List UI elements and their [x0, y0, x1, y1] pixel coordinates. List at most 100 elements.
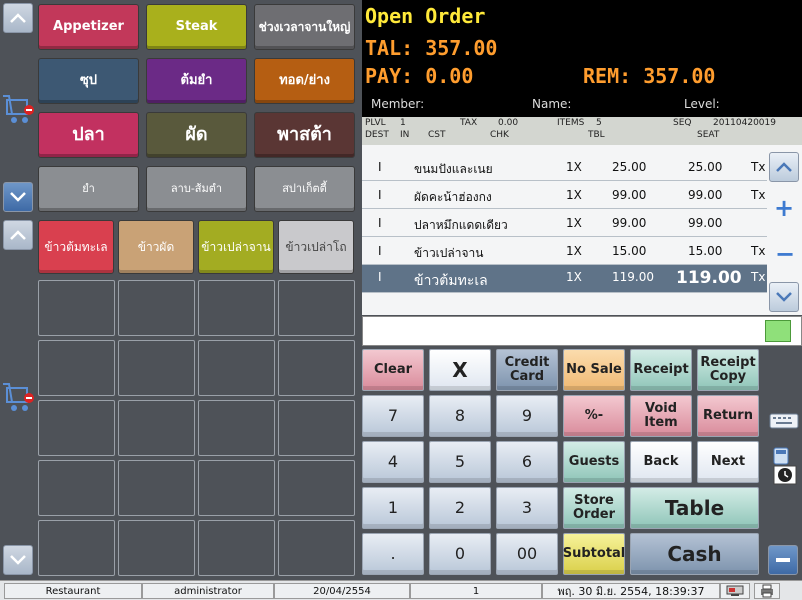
order-header: Open Order TAL: 357.00 PAY: 0.00 REM: 35… [362, 0, 802, 117]
order-row-name: ข้าวต้มทะเล [414, 273, 488, 289]
back-button[interactable]: Back [630, 441, 692, 483]
category-1-button[interactable]: Appetizer [38, 4, 139, 50]
clear-button[interactable]: Clear [362, 349, 424, 391]
menu-item-4-button[interactable]: ข้าวเปล่าโถ [278, 220, 354, 274]
meta-items-value: 5 [596, 118, 602, 128]
empty-item-slot[interactable] [38, 280, 115, 336]
order-scroll-down-button[interactable] [769, 282, 799, 312]
cart-remove-icon[interactable] [3, 378, 35, 416]
keyboard-icon[interactable] [768, 408, 800, 432]
empty-item-slot[interactable] [278, 340, 355, 396]
remaining-amount: REM: 357.00 [583, 64, 716, 88]
empty-item-slot[interactable] [198, 280, 275, 336]
item-scroll-up-button[interactable] [3, 220, 33, 250]
key-9[interactable]: 9 [496, 395, 558, 437]
empty-item-slot[interactable] [278, 460, 355, 516]
multiply-button[interactable]: X [429, 349, 491, 391]
category-7-button[interactable]: ปลา [38, 112, 139, 158]
empty-item-slot[interactable] [278, 400, 355, 456]
order-row[interactable]: I ข้าวต้มทะเล 1X 119.00 119.00 Tx [362, 265, 767, 293]
return-button[interactable]: Return [697, 395, 759, 437]
category-12-button[interactable]: สปาเก็ตตี้ [254, 166, 355, 212]
category-10-button[interactable]: ยำ [38, 166, 139, 212]
cart-remove-icon[interactable] [3, 90, 35, 128]
entry-field[interactable] [362, 316, 802, 346]
menu-item-2-button[interactable]: ข้าวผัด [118, 220, 194, 274]
meta-dest-label: DEST [365, 130, 389, 140]
receipt-button[interactable]: Receipt [630, 349, 692, 391]
subtotal-button[interactable]: Subtotal [563, 533, 625, 575]
order-scroll-up-button[interactable] [769, 152, 799, 182]
store-order-button[interactable]: Store Order [563, 487, 625, 529]
empty-item-slot[interactable] [198, 520, 275, 576]
cash-button[interactable]: Cash [630, 533, 759, 575]
order-row[interactable]: I ข้าวเปล่าจาน 1X 15.00 15.00 Tx [362, 237, 767, 265]
guests-button[interactable]: Guests [563, 441, 625, 483]
empty-item-slot[interactable] [118, 400, 195, 456]
key-7[interactable]: 7 [362, 395, 424, 437]
empty-item-slot[interactable] [38, 340, 115, 396]
calculator-clock-icon[interactable] [768, 446, 800, 486]
void-item-button[interactable]: Void Item [630, 395, 692, 437]
order-row[interactable]: I ขนมปังและเนย 1X 25.00 25.00 Tx [362, 153, 767, 181]
order-row-flag: I [378, 216, 382, 230]
chevron-up-icon [10, 13, 26, 23]
category-6-button[interactable]: ทอด/ย่าง [254, 58, 355, 104]
table-button[interactable]: Table [630, 487, 759, 529]
status-user: administrator [142, 583, 274, 599]
order-row-name: ขนมปังและเนย [414, 162, 493, 176]
category-3-button[interactable]: ช่วงเวลาจานใหญ่ [254, 4, 355, 50]
empty-item-slot[interactable] [278, 280, 355, 336]
key-8[interactable]: 8 [429, 395, 491, 437]
discount-percent-button[interactable]: %- [563, 395, 625, 437]
decrease-qty-button[interactable]: − [775, 240, 795, 268]
key-4[interactable]: 4 [362, 441, 424, 483]
meta-items-label: ITEMS [557, 118, 585, 128]
order-row-name: ปลาหมึกแดดเดียว [414, 218, 508, 232]
empty-item-slot[interactable] [118, 340, 195, 396]
empty-item-slot[interactable] [198, 400, 275, 456]
meta-tax-value: 0.00 [498, 118, 519, 128]
empty-item-slot[interactable] [118, 460, 195, 516]
category-5-button[interactable]: ต้มยำ [146, 58, 247, 104]
chevron-up-icon [10, 230, 26, 240]
order-row[interactable]: I ปลาหมึกแดดเดียว 1X 99.00 99.00 [362, 209, 767, 237]
key-5[interactable]: 5 [429, 441, 491, 483]
menu-item-3-button[interactable]: ข้าวเปล่าจาน [198, 220, 274, 274]
empty-item-slot[interactable] [38, 460, 115, 516]
category-2-button[interactable]: Steak [146, 4, 247, 50]
empty-item-slot[interactable] [118, 520, 195, 576]
name-label: Name: [532, 97, 572, 111]
key-00[interactable]: 00 [496, 533, 558, 575]
key-3[interactable]: 3 [496, 487, 558, 529]
category-8-button[interactable]: ผัด [146, 112, 247, 158]
order-meta: PLVL 1 TAX 0.00 ITEMS 5 SEQ 20110420019 … [362, 117, 802, 145]
key-1[interactable]: 1 [362, 487, 424, 529]
category-4-button[interactable]: ซุป [38, 58, 139, 104]
receipt-copy-button[interactable]: Receipt Copy [697, 349, 759, 391]
category-11-button[interactable]: ลาบ-ส้มตำ [146, 166, 247, 212]
empty-item-slot[interactable] [38, 400, 115, 456]
category-scroll-down-button[interactable] [3, 182, 33, 212]
printer-icon[interactable] [754, 583, 780, 599]
key-6[interactable]: 6 [496, 441, 558, 483]
order-row[interactable]: I ผัดคะน้าฮ่องกง 1X 99.00 99.00 Tx [362, 181, 767, 209]
empty-item-slot[interactable] [278, 520, 355, 576]
increase-qty-button[interactable]: + [774, 194, 794, 222]
empty-item-slot[interactable] [38, 520, 115, 576]
key-2[interactable]: 2 [429, 487, 491, 529]
category-9-button[interactable]: พาสต้า [254, 112, 355, 158]
credit-card-button[interactable]: Credit Card [496, 349, 558, 391]
next-button[interactable]: Next [697, 441, 759, 483]
menu-item-1-button[interactable]: ข้าวต้มทะเล [38, 220, 114, 274]
key-decimal[interactable]: . [362, 533, 424, 575]
empty-item-slot[interactable] [118, 280, 195, 336]
category-scroll-up-button[interactable] [3, 3, 33, 33]
empty-item-slot[interactable] [198, 340, 275, 396]
empty-item-slot[interactable] [198, 460, 275, 516]
key-0[interactable]: 0 [429, 533, 491, 575]
item-scroll-down-button[interactable] [3, 545, 33, 575]
minimize-button[interactable] [768, 545, 798, 575]
status-terminal: 1 [410, 583, 542, 599]
no-sale-button[interactable]: No Sale [563, 349, 625, 391]
